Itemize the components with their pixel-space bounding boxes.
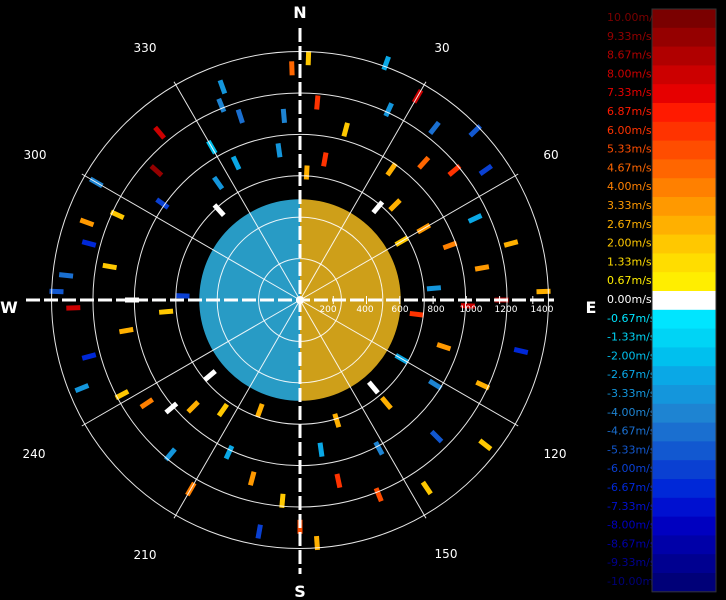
legend-swatch [652, 328, 716, 348]
azimuth-label-240: 240 [23, 447, 46, 461]
legend-swatch [652, 497, 716, 518]
legend-label: 4.67m/s [607, 161, 652, 174]
legend-swatch [652, 291, 716, 311]
legend-swatch [652, 535, 716, 555]
legend-swatch [652, 554, 716, 574]
legend-swatch [652, 159, 716, 179]
legend-swatch [652, 103, 716, 123]
velocity-gate [289, 61, 295, 76]
azimuth-label-210: 210 [134, 548, 157, 562]
legend-swatch [652, 253, 716, 273]
legend-swatch [652, 84, 716, 104]
azimuth-label-60: 60 [543, 148, 558, 162]
cardinal-south: S [294, 582, 306, 600]
legend-swatch [652, 140, 716, 160]
range-label-1400: 1400 [531, 305, 554, 315]
legend-label: 0.00m/s [607, 293, 652, 306]
legend-swatch [652, 272, 716, 292]
legend-label: -10.00m/s [607, 575, 663, 588]
legend-swatch [652, 385, 716, 405]
azimuth-label-120: 120 [544, 447, 567, 461]
velocity-gate [305, 51, 312, 66]
legend-label: 0.67m/s [607, 274, 652, 287]
legend-swatch [652, 178, 716, 198]
legend-label: 6.87m/s [607, 105, 652, 118]
legend-swatch [652, 65, 716, 85]
cardinal-east: E [586, 298, 597, 317]
legend-label: 3.33m/s [607, 199, 652, 212]
legend-label: 2.67m/s [607, 218, 652, 231]
cardinal-west: W [0, 298, 18, 317]
velocity-gate [66, 305, 81, 311]
legend-swatch [652, 516, 716, 536]
legend-swatch [652, 441, 716, 461]
azimuth-label-150: 150 [435, 547, 458, 561]
azimuth-label-330: 330 [134, 41, 157, 55]
cardinal-north: N [293, 3, 306, 22]
color-legend: 10.00m/s 9.33m/s 8.67m/s 8.00m/s 7.33m/s 6.87… [607, 8, 717, 593]
legend-label: -0.67m/s [607, 312, 656, 325]
legend-swatch [652, 197, 716, 217]
legend-swatch [652, 309, 716, 330]
range-label-1200: 1200 [495, 305, 518, 315]
legend-label: 4.00m/s [607, 180, 652, 193]
radar-velocity-chart: N E S W 30 60 120 150 210 240 300 330 20… [0, 0, 726, 600]
legend-swatch [652, 234, 716, 254]
legend-label: -4.67m/s [607, 425, 656, 438]
radar-center [296, 296, 304, 304]
legend-swatch [652, 460, 716, 480]
legend-label: 2.00m/s [607, 237, 652, 250]
legend-swatch [652, 479, 716, 499]
range-label-400: 400 [356, 305, 373, 315]
legend-label: 8.00m/s [607, 67, 652, 80]
legend-swatch [652, 403, 716, 424]
velocity-gate [175, 293, 190, 299]
legend-label: -8.67m/s [607, 537, 656, 550]
range-label-200: 200 [319, 305, 336, 315]
legend-label: -1.33m/s [607, 331, 656, 344]
legend-label: -4.00m/s [607, 406, 656, 419]
legend-label: -6.00m/s [607, 462, 656, 475]
azimuth-label-30: 30 [434, 41, 449, 55]
legend-swatch [652, 27, 716, 48]
legend-label: 6.00m/s [607, 124, 652, 137]
range-label-600: 600 [391, 305, 408, 315]
velocity-gate [303, 165, 310, 180]
legend-label: -3.33m/s [607, 387, 656, 400]
legend-label: 1.33m/s [607, 255, 652, 268]
legend-label: 7.33m/s [607, 86, 652, 99]
legend-label: -2.00m/s [607, 349, 656, 362]
legend-swatch [652, 422, 716, 442]
legend-swatch [652, 46, 716, 66]
legend-label: -5.33m/s [607, 443, 656, 456]
legend-swatch [652, 121, 716, 142]
range-label-800: 800 [427, 305, 444, 315]
legend-label: -7.33m/s [607, 500, 656, 513]
legend-swatch [652, 9, 716, 29]
azimuth-label-300: 300 [24, 148, 47, 162]
legend-label: 5.33m/s [607, 143, 652, 156]
legend-label: -9.33m/s [607, 556, 656, 569]
legend-label: -2.67m/s [607, 368, 656, 381]
legend-label: 10.00m/s [607, 11, 659, 24]
legend-swatch [652, 366, 716, 386]
legend-label: -8.00m/s [607, 519, 656, 532]
legend-label: -6.67m/s [607, 481, 656, 494]
range-label-1000: 1000 [460, 305, 483, 315]
legend-label: 8.67m/s [607, 49, 652, 62]
legend-swatch [652, 215, 716, 236]
legend-swatch [652, 347, 716, 367]
legend-label: 9.33m/s [607, 30, 652, 43]
